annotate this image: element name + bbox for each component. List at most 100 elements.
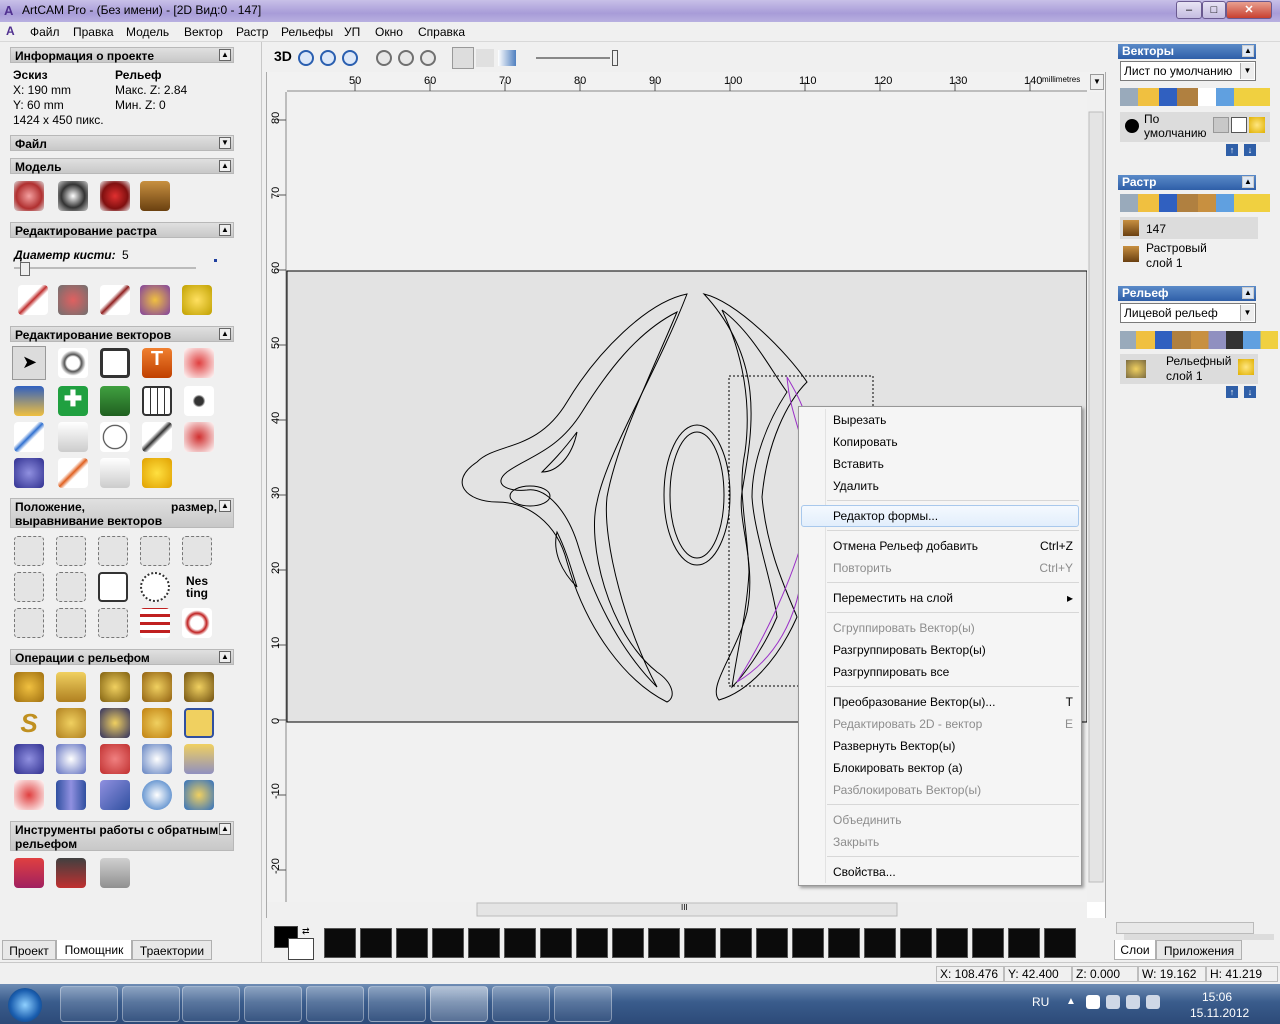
start-button[interactable] — [8, 988, 42, 1022]
menu-help[interactable]: Справка — [418, 25, 465, 39]
relief-lamp-icon[interactable] — [100, 672, 130, 702]
reverse-relief-icon[interactable] — [14, 858, 44, 888]
menu-item-group[interactable]: Сгруппировать Вектор(ы) — [833, 619, 975, 637]
blend-slider-thumb[interactable] — [612, 50, 618, 66]
model-size-icon[interactable] — [14, 181, 44, 211]
lock-icon[interactable] — [1213, 117, 1229, 133]
relief-ops-header[interactable]: Операции с рельефом ▲ — [10, 649, 234, 665]
palette-swatch[interactable] — [324, 928, 356, 958]
align-right-icon[interactable] — [56, 536, 86, 566]
transform-icon[interactable] — [58, 348, 88, 378]
zoom-all-icon[interactable] — [420, 50, 436, 66]
taskbar-word-icon[interactable] — [554, 986, 612, 1022]
layers-off-icon[interactable] — [476, 49, 494, 67]
taskbar-artcam-icon[interactable] — [430, 986, 488, 1022]
relief-plane-icon[interactable] — [100, 780, 130, 810]
brush-slider-thumb[interactable] — [20, 262, 30, 276]
palette-swatch[interactable] — [468, 928, 500, 958]
menu-item-join[interactable]: Объединить — [833, 811, 902, 829]
taskbar-paint-icon[interactable] — [492, 986, 550, 1022]
nesting-icon[interactable]: Nes ting — [182, 572, 212, 602]
layer-up-icon[interactable]: ↑ — [1226, 144, 1238, 156]
palette-swatch[interactable] — [936, 928, 968, 958]
relief-shape-icon[interactable] — [14, 672, 44, 702]
menu-item-move-to-layer[interactable]: Переместить на слой — [833, 589, 953, 607]
collapse-icon[interactable]: ▲ — [219, 651, 231, 663]
secondary-color-swatch[interactable] — [288, 938, 314, 960]
raster-layer-2-name-b[interactable]: слой 1 — [1146, 256, 1183, 270]
chevron-down-icon[interactable]: ▼ — [1240, 63, 1254, 79]
align-left-icon[interactable] — [14, 536, 44, 566]
clock-time[interactable]: 15:06 — [1202, 990, 1232, 1004]
collapse-icon[interactable]: ▲ — [1242, 45, 1254, 57]
vector-sheet-select[interactable]: Лист по умолчанию ▼ — [1120, 61, 1256, 81]
vector-layer-toolbar-icons[interactable] — [1120, 88, 1270, 106]
grid-icon[interactable] — [142, 386, 172, 416]
palette-icon[interactable] — [140, 285, 170, 315]
menu-item-edit-2d[interactable]: Редактировать 2D - вектор — [833, 715, 982, 733]
taskbar-ie-icon[interactable] — [60, 986, 118, 1022]
relief-column-icon[interactable] — [56, 780, 86, 810]
swap-colors-icon[interactable]: ⇄ — [302, 926, 310, 937]
vector-position-header[interactable]: Положение, размер, выравнивание векторов… — [10, 498, 234, 528]
align-top-icon[interactable] — [98, 536, 128, 566]
pen-icon[interactable] — [1231, 117, 1247, 133]
mirror-icon[interactable] — [100, 458, 130, 488]
minimize-button[interactable]: – — [1176, 1, 1202, 19]
palette-swatch[interactable] — [432, 928, 464, 958]
layer-up-icon[interactable]: ↑ — [1226, 386, 1238, 398]
palette-swatch[interactable] — [1044, 928, 1076, 958]
wave-icon[interactable] — [58, 422, 88, 452]
polyline-icon[interactable] — [14, 422, 44, 452]
palette-swatch[interactable] — [900, 928, 932, 958]
palette-swatch[interactable] — [576, 928, 608, 958]
rectangle-icon[interactable] — [100, 348, 130, 378]
center-both-icon[interactable] — [56, 572, 86, 602]
menu-item-unlock[interactable]: Разблокировать Вектор(ы) — [833, 781, 981, 799]
relief-bar-icon[interactable] — [56, 672, 86, 702]
model-lamp-icon[interactable] — [100, 181, 130, 211]
artcam-menu-icon[interactable]: A — [6, 24, 15, 38]
relief-merge-icon[interactable] — [184, 672, 214, 702]
model-image-icon[interactable] — [140, 181, 170, 211]
color-mode-icon[interactable] — [498, 50, 516, 66]
palette-swatch[interactable] — [864, 928, 896, 958]
menu-item-lock[interactable]: Блокировать вектор (а) — [833, 759, 963, 777]
project-info-header[interactable]: Информация о проекте ▲ — [10, 47, 234, 63]
relief-s-icon[interactable]: S — [14, 708, 44, 738]
raster-header[interactable]: Растр ▲ — [1118, 175, 1256, 190]
relief-texture-icon[interactable] — [142, 744, 172, 774]
menu-item-undo[interactable]: Отмена Рельеф добавить — [833, 537, 978, 555]
relief-header[interactable]: Рельеф ▲ — [1118, 286, 1256, 301]
vectors-header[interactable]: Векторы ▲ — [1118, 44, 1256, 59]
palette-swatch[interactable] — [828, 928, 860, 958]
relief-stamp-icon[interactable] — [100, 708, 130, 738]
collapse-icon[interactable]: ▲ — [219, 160, 231, 172]
add-node-icon[interactable]: ✚ — [58, 386, 88, 416]
clock-date[interactable]: 15.11.2012 — [1190, 1006, 1249, 1020]
collapse-icon[interactable]: ▲ — [1242, 287, 1254, 299]
tray-volume-icon[interactable] — [1146, 995, 1160, 1009]
relief-arch-icon[interactable] — [184, 708, 214, 738]
ruler-units-dropdown[interactable]: ▼ — [1090, 74, 1104, 90]
raster-layer-row-1[interactable] — [1120, 217, 1258, 239]
relief-layer-toolbar-icons[interactable] — [1120, 331, 1278, 349]
palette-swatch[interactable] — [972, 928, 1004, 958]
file-header[interactable]: Файл ▼ — [10, 135, 234, 151]
reverse-relief-black-icon[interactable] — [56, 858, 86, 888]
palette-swatch[interactable] — [504, 928, 536, 958]
star-icon[interactable] — [142, 458, 172, 488]
wrap-icon[interactable] — [98, 608, 128, 638]
chevron-down-icon[interactable]: ▼ — [1240, 305, 1254, 321]
palette-swatch[interactable] — [612, 928, 644, 958]
spline-icon[interactable] — [58, 458, 88, 488]
tab-assistant[interactable]: Помощник — [56, 940, 132, 960]
collapse-icon[interactable]: ▲ — [219, 500, 231, 512]
layer-down-icon[interactable]: ↓ — [1244, 386, 1256, 398]
visibility-bulb-icon[interactable] — [1249, 117, 1265, 133]
taskbar-utorrent-icon[interactable] — [244, 986, 302, 1022]
palette-swatch[interactable] — [360, 928, 392, 958]
menu-model[interactable]: Модель — [126, 25, 169, 39]
menu-file[interactable]: Файл — [30, 25, 60, 39]
menu-window[interactable]: Окно — [375, 25, 403, 39]
